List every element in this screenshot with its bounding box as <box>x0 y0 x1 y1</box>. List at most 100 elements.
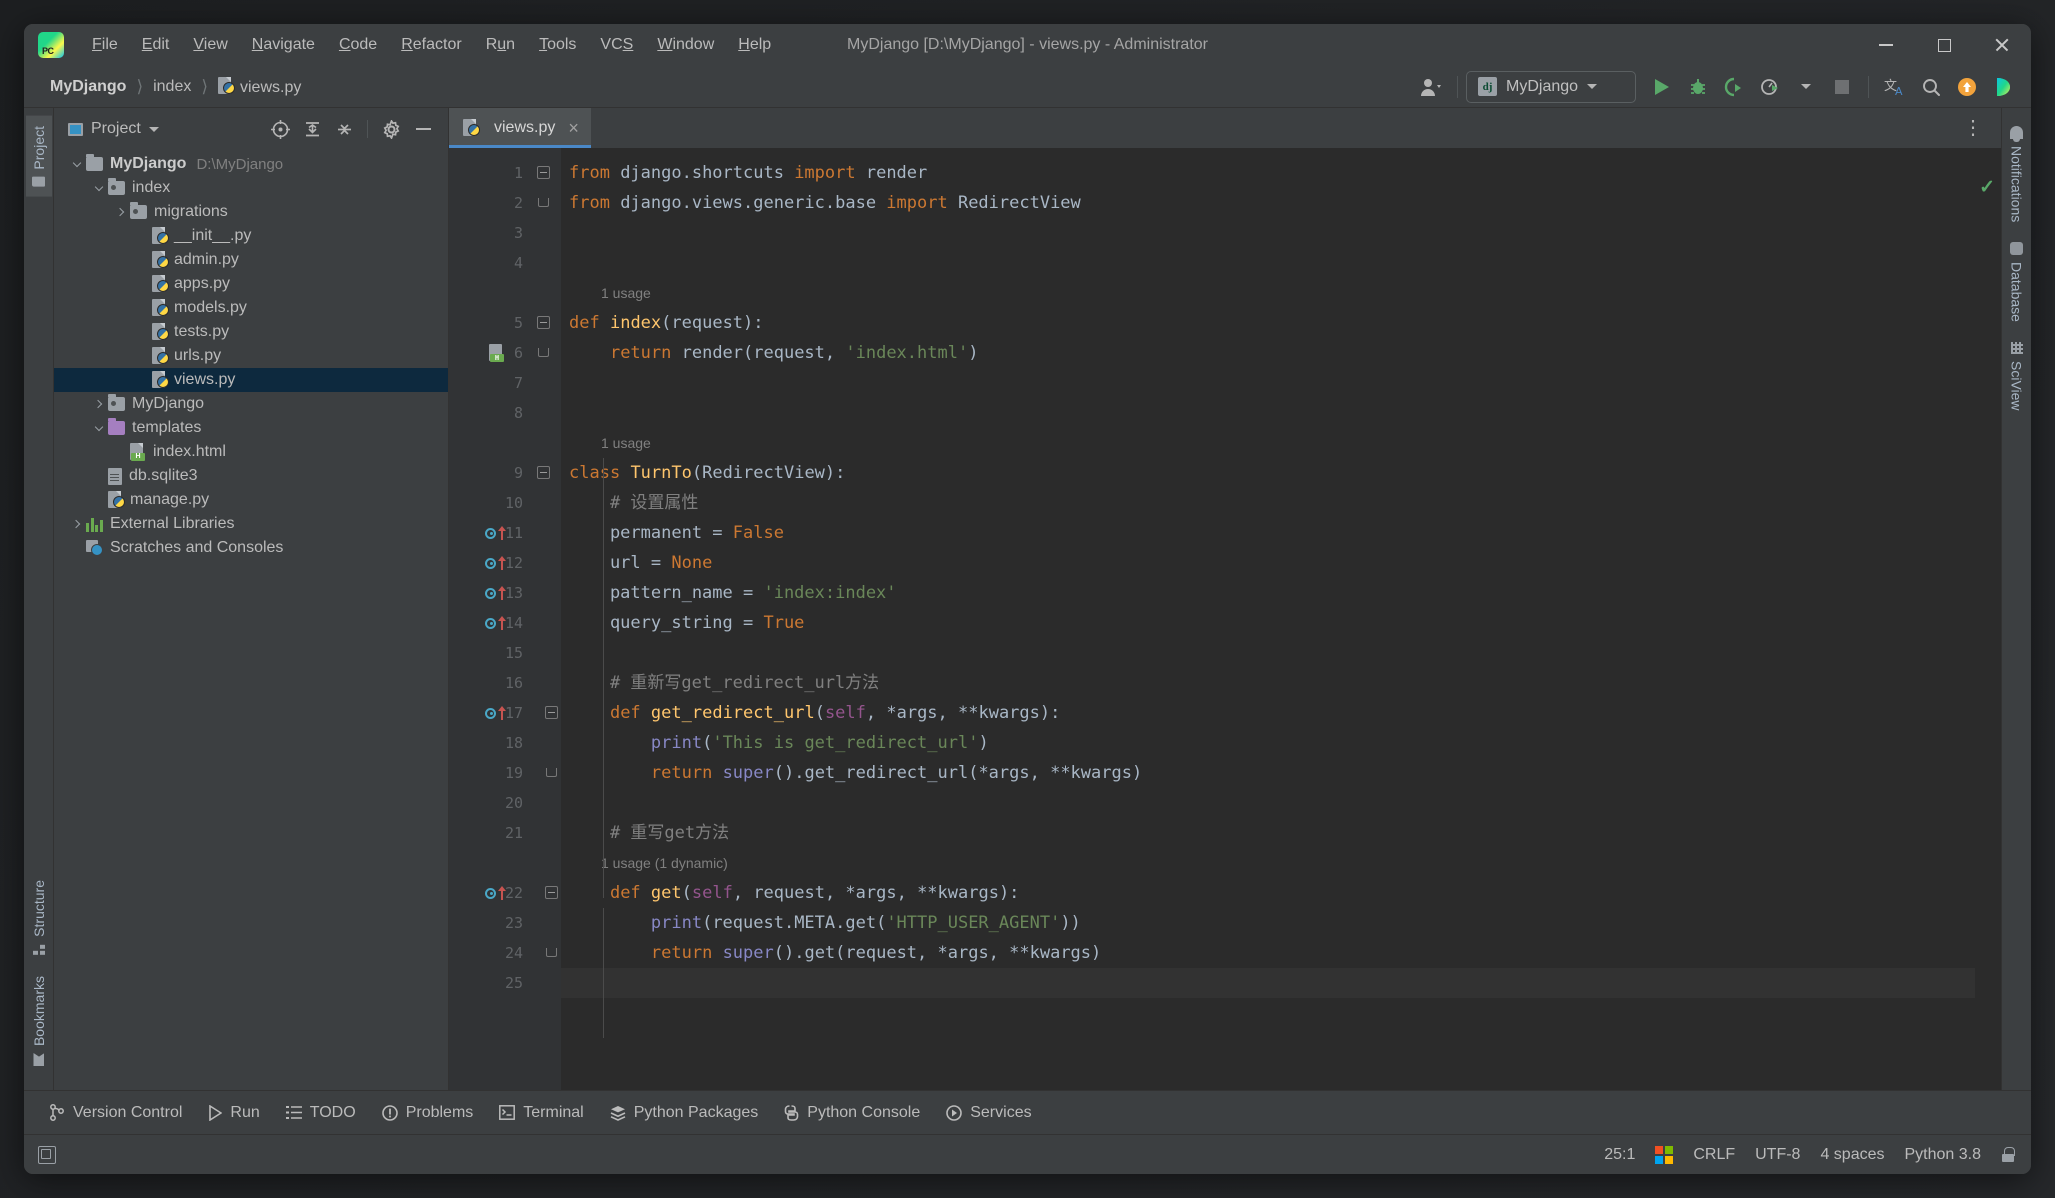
editor-tab-views-py[interactable]: views.py × <box>449 108 591 148</box>
menu-item-code[interactable]: Code <box>327 32 389 58</box>
sidebar-item-notifications[interactable]: Notifications <box>2004 116 2030 232</box>
settings-gear-button[interactable] <box>376 115 406 143</box>
menu-item-run[interactable]: Run <box>474 32 527 58</box>
profiler-button[interactable] <box>1752 71 1788 103</box>
maximize-button[interactable] <box>1915 24 1973 66</box>
line-separator[interactable]: CRLF <box>1693 1146 1735 1164</box>
tool-window-button-terminal[interactable]: Terminal <box>488 1099 594 1127</box>
tree-node[interactable]: db.sqlite3 <box>54 464 448 488</box>
fold-end-icon[interactable] <box>538 348 549 357</box>
editor-fold-column[interactable] <box>533 148 561 1090</box>
code-editor[interactable]: 1234 56H78 9 10 11 12 13 14 15 16 17 18 19 20 21 22 2… <box>449 148 2001 1090</box>
sidebar-item-project[interactable]: Project <box>25 116 52 197</box>
debug-button[interactable] <box>1680 71 1716 103</box>
override-marker-icon[interactable] <box>485 586 506 600</box>
tree-node[interactable]: manage.py <box>54 488 448 512</box>
usage-hint[interactable]: 1 usage <box>561 278 1975 308</box>
caret-position[interactable]: 25:1 <box>1604 1146 1635 1164</box>
run-with-coverage-button[interactable] <box>1716 71 1752 103</box>
menu-item-tools[interactable]: Tools <box>527 32 588 58</box>
more-options-icon[interactable]: ⋮ <box>1955 118 1991 138</box>
fold-collapse-icon[interactable] <box>545 886 558 899</box>
chevron-down-icon[interactable] <box>148 126 159 132</box>
tree-node[interactable]: models.py <box>54 296 448 320</box>
fold-end-icon[interactable] <box>538 198 549 207</box>
sidebar-item-database[interactable]: Database <box>2004 232 2030 332</box>
tree-node[interactable]: migrations <box>54 200 448 224</box>
collapse-all-button[interactable] <box>329 115 359 143</box>
windows-icon[interactable] <box>1655 1145 1674 1164</box>
stop-button[interactable] <box>1824 71 1860 103</box>
code-content[interactable]: from django.shortcuts import render from … <box>561 148 1975 1090</box>
tool-window-button-python-packages[interactable]: Python Packages <box>599 1099 770 1127</box>
hide-panel-button[interactable] <box>408 115 438 143</box>
tree-node[interactable]: index <box>54 176 448 200</box>
chevron-down-icon[interactable] <box>90 182 108 191</box>
override-marker-icon[interactable] <box>485 616 506 630</box>
tree-node[interactable]: urls.py <box>54 344 448 368</box>
chevron-right-icon[interactable] <box>112 207 130 217</box>
tree-node[interactable]: tests.py <box>54 320 448 344</box>
menu-item-view[interactable]: View <box>181 32 239 58</box>
run-button[interactable] <box>1644 71 1680 103</box>
html-file-icon[interactable]: H <box>489 344 505 362</box>
tree-node[interactable]: admin.py <box>54 248 448 272</box>
sidebar-item-sciview[interactable]: SciView <box>2004 332 2030 421</box>
usage-hint[interactable]: 1 usage (1 dynamic) <box>561 848 1975 878</box>
update-button[interactable] <box>1949 71 1985 103</box>
ide-feature-button[interactable] <box>1985 71 2021 103</box>
run-configuration-selector[interactable]: dj MyDjango <box>1466 70 1636 103</box>
encoding[interactable]: UTF-8 <box>1755 1146 1800 1164</box>
fold-collapse-icon[interactable] <box>537 466 550 479</box>
fold-end-icon[interactable] <box>546 768 557 777</box>
unlocked-icon[interactable] <box>2001 1147 2015 1162</box>
breadcrumb-item-file[interactable]: views.py <box>214 75 305 99</box>
project-tree[interactable]: MyDjango D:\MyDjango index migrations __init… <box>54 150 448 1090</box>
override-marker-icon[interactable] <box>485 706 506 720</box>
menu-item-help[interactable]: Help <box>726 32 783 58</box>
tree-node[interactable]: apps.py <box>54 272 448 296</box>
chevron-right-icon[interactable] <box>90 399 108 409</box>
menu-item-navigate[interactable]: Navigate <box>240 32 327 58</box>
tool-window-button-version-control[interactable]: Version Control <box>38 1099 193 1127</box>
sidebar-item-structure[interactable]: Structure <box>26 870 52 966</box>
tree-node[interactable]: MyDjango <box>54 392 448 416</box>
usage-hint[interactable]: 1 usage <box>561 428 1975 458</box>
tree-node[interactable]: MyDjango D:\MyDjango <box>54 152 448 176</box>
sidebar-item-bookmarks[interactable]: Bookmarks <box>26 966 52 1076</box>
tool-window-button-python-console[interactable]: Python Console <box>773 1099 931 1127</box>
override-marker-icon[interactable] <box>485 526 506 540</box>
tree-node[interactable]: views.py <box>54 368 448 392</box>
tree-node[interactable]: External Libraries <box>54 512 448 536</box>
tool-window-button-services[interactable]: Services <box>935 1099 1042 1127</box>
tool-window-button-problems[interactable]: Problems <box>371 1099 485 1127</box>
editor-marker-bar[interactable]: ✓ <box>1975 148 2001 1090</box>
inspection-status-icon[interactable]: ✓ <box>1979 176 1995 199</box>
menu-item-refactor[interactable]: Refactor <box>389 32 473 58</box>
chevron-down-icon[interactable] <box>90 422 108 431</box>
tree-node[interactable]: __init__.py <box>54 224 448 248</box>
tool-window-button-todo[interactable]: TODO <box>275 1099 367 1127</box>
tree-node[interactable]: templates <box>54 416 448 440</box>
show-tool-windows-icon[interactable] <box>38 1145 56 1164</box>
override-marker-icon[interactable] <box>485 556 506 570</box>
tree-node[interactable]: Scratches and Consoles <box>54 536 448 560</box>
chevron-right-icon[interactable] <box>68 519 86 529</box>
profiler-dropdown[interactable] <box>1788 71 1824 103</box>
close-button[interactable] <box>1973 24 2031 66</box>
chevron-down-icon[interactable] <box>68 158 86 167</box>
interpreter[interactable]: Python 3.8 <box>1905 1146 1982 1164</box>
override-marker-icon[interactable] <box>485 886 506 900</box>
menu-item-vcs[interactable]: VCS <box>588 32 645 58</box>
menu-item-edit[interactable]: Edit <box>130 32 182 58</box>
tool-window-button-run[interactable]: Run <box>197 1099 270 1127</box>
fold-collapse-icon[interactable] <box>545 706 558 719</box>
search-everywhere-button[interactable] <box>1913 71 1949 103</box>
expand-all-button[interactable] <box>297 115 327 143</box>
close-icon[interactable]: × <box>568 118 579 139</box>
menu-item-file[interactable]: File <box>80 32 130 58</box>
fold-end-icon[interactable] <box>546 948 557 957</box>
account-icon[interactable] <box>1413 71 1449 103</box>
menu-item-window[interactable]: Window <box>645 32 726 58</box>
editor-gutter[interactable]: 1234 56H78 9 10 11 12 13 14 15 16 17 18 19 20 21 22 2… <box>449 148 533 1090</box>
